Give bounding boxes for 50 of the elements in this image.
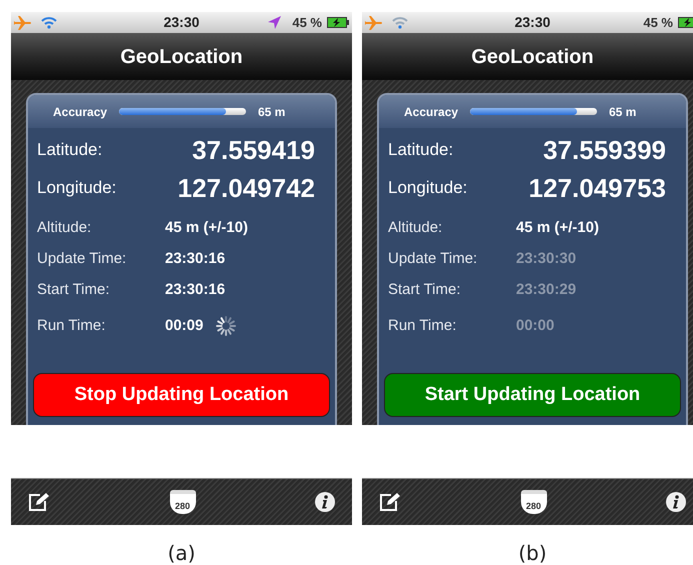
shield-number: 280 bbox=[526, 502, 542, 511]
coordinate-value: 37.559419 bbox=[192, 134, 315, 166]
update-location-button[interactable]: Stop Updating Location bbox=[33, 373, 330, 417]
detail-value: 45 m (+/-10) bbox=[165, 218, 248, 238]
coordinate-label: Longitude: bbox=[388, 177, 468, 200]
location-arrow-icon bbox=[268, 16, 282, 29]
status-time: 23:30 bbox=[514, 13, 550, 32]
accuracy-reading: 65 m bbox=[609, 104, 636, 120]
info-icon[interactable] bbox=[315, 492, 335, 512]
detail-value: 23:30:29 bbox=[516, 280, 576, 300]
detail-label: Altitude: bbox=[388, 218, 444, 238]
detail-label: Start Time: bbox=[388, 280, 462, 300]
battery-icon bbox=[327, 17, 349, 28]
update-location-button[interactable]: Start Updating Location bbox=[384, 373, 681, 417]
detail-label: Altitude: bbox=[37, 218, 92, 238]
highway-shield[interactable]: 280 bbox=[520, 490, 546, 514]
figure-caption: (b) bbox=[517, 540, 548, 565]
compose-icon[interactable] bbox=[379, 492, 401, 512]
screen-title: GeoLocation bbox=[471, 44, 594, 70]
status-time: 23:30 bbox=[164, 13, 200, 32]
screen-title: GeoLocation bbox=[120, 44, 243, 70]
coordinate-value: 37.559399 bbox=[543, 134, 666, 166]
coordinate-label: Latitude: bbox=[37, 139, 102, 162]
battery-percent: 45 % bbox=[292, 14, 322, 32]
detail-value: 45 m (+/-10) bbox=[516, 218, 599, 238]
info-icon[interactable] bbox=[666, 492, 686, 512]
accuracy-reading: 65 m bbox=[258, 104, 286, 120]
battery-percent: 45 % bbox=[643, 14, 673, 32]
shield-number: 280 bbox=[174, 502, 190, 511]
compose-icon[interactable] bbox=[28, 492, 50, 512]
airplane-icon bbox=[14, 16, 32, 30]
highway-shield[interactable]: 280 bbox=[170, 490, 196, 514]
detail-value: 23:30:16 bbox=[165, 249, 226, 270]
accuracy-label: Accuracy bbox=[404, 104, 460, 120]
coordinate-label: Longitude: bbox=[37, 177, 116, 200]
detail-value: 23:30:30 bbox=[516, 249, 576, 270]
detail-label: Start Time: bbox=[37, 280, 111, 300]
detail-value: 23:30:16 bbox=[165, 280, 226, 300]
detail-value: 00:00 bbox=[516, 316, 554, 336]
detail-label: Run Time: bbox=[388, 316, 458, 336]
coordinate-label: Latitude: bbox=[388, 139, 454, 162]
detail-label: Update Time: bbox=[388, 249, 478, 270]
detail-label: Run Time: bbox=[37, 316, 106, 336]
coordinate-value: 127.049753 bbox=[528, 172, 666, 204]
detail-value: 00:09 bbox=[165, 316, 204, 336]
detail-label: Update Time: bbox=[37, 249, 128, 270]
airplane-icon bbox=[365, 16, 383, 30]
figure-caption: (a) bbox=[166, 540, 196, 565]
coordinate-value: 127.049742 bbox=[178, 172, 315, 204]
accuracy-label: Accuracy bbox=[53, 104, 108, 120]
